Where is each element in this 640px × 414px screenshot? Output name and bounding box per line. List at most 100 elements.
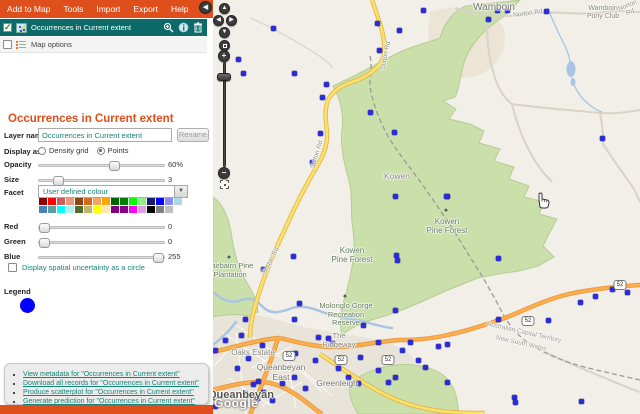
- colour-swatch[interactable]: [165, 206, 173, 213]
- chevron-down-icon[interactable]: ▼: [174, 186, 187, 197]
- colour-swatch[interactable]: [48, 206, 56, 213]
- occurrence-point[interactable]: [593, 294, 598, 299]
- occurrence-point[interactable]: [625, 290, 630, 295]
- occurrence-point[interactable]: [316, 335, 321, 340]
- occurrence-point[interactable]: [386, 380, 391, 385]
- rename-button[interactable]: Rename: [177, 128, 209, 142]
- colour-swatch[interactable]: [156, 198, 164, 205]
- occurrence-point[interactable]: [496, 256, 501, 261]
- colour-swatch[interactable]: [93, 198, 101, 205]
- pan-down-button[interactable]: ▼: [219, 27, 230, 38]
- occurrence-point[interactable]: [236, 57, 241, 62]
- pan-up-button[interactable]: ▲: [219, 3, 230, 14]
- occurrence-point[interactable]: [445, 380, 450, 385]
- occurrence-point[interactable]: [486, 17, 491, 22]
- colour-swatch[interactable]: [147, 198, 155, 205]
- occurrence-point[interactable]: [444, 194, 449, 199]
- occurrence-point[interactable]: [241, 71, 246, 76]
- occurrence-point[interactable]: [297, 301, 302, 306]
- occurrence-point[interactable]: [239, 333, 244, 338]
- colour-swatch[interactable]: [102, 206, 110, 213]
- occurrence-point[interactable]: [235, 366, 240, 371]
- colour-swatch[interactable]: [84, 198, 92, 205]
- slider-handle-size[interactable]: [53, 176, 64, 186]
- colour-swatch[interactable]: [147, 206, 155, 213]
- occurrence-point[interactable]: [392, 130, 397, 135]
- occurrence-point[interactable]: [223, 338, 228, 343]
- occurrence-point[interactable]: [318, 131, 323, 136]
- menu-item-help[interactable]: Help: [171, 4, 188, 14]
- menu-item-export[interactable]: Export: [133, 4, 158, 14]
- occurrence-point[interactable]: [544, 9, 549, 14]
- occurrence-point[interactable]: [578, 300, 583, 305]
- occurrence-point[interactable]: [291, 254, 296, 259]
- colour-swatch[interactable]: [111, 206, 119, 213]
- occurrence-point[interactable]: [271, 26, 276, 31]
- occurrence-point[interactable]: [513, 400, 518, 405]
- slider-handle-blue[interactable]: [153, 253, 164, 263]
- occurrence-point[interactable]: [395, 258, 400, 263]
- colour-swatch[interactable]: [93, 206, 101, 213]
- slider-track-blue[interactable]: [38, 256, 165, 259]
- occurrence-point[interactable]: [368, 110, 373, 115]
- menu-item-add-to-map[interactable]: Add to Map: [7, 4, 50, 14]
- occurrence-point[interactable]: [400, 348, 405, 353]
- occurrence-point[interactable]: [377, 48, 382, 53]
- colour-swatch[interactable]: [111, 198, 119, 205]
- drag-zoom-icon[interactable]: [220, 180, 229, 189]
- pan-right-button[interactable]: ▶: [226, 15, 237, 26]
- layer-visibility-checkbox[interactable]: [3, 23, 12, 32]
- colour-swatch[interactable]: [75, 198, 83, 205]
- occurrence-point[interactable]: [336, 366, 341, 371]
- occurrence-point[interactable]: [324, 82, 329, 87]
- menu-item-import[interactable]: Import: [96, 4, 120, 14]
- slider-track-opacity[interactable]: [38, 164, 165, 167]
- colour-swatch[interactable]: [165, 198, 173, 205]
- collapse-sidebar-button[interactable]: ◀: [199, 1, 212, 14]
- occurrence-point[interactable]: [303, 386, 308, 391]
- layer-link[interactable]: View metadata for "Occurrences in Curren…: [23, 371, 180, 378]
- layer-name-input[interactable]: [38, 128, 172, 142]
- colour-swatch[interactable]: [57, 206, 65, 213]
- occurrence-point[interactable]: [292, 317, 297, 322]
- uncertainty-checkbox[interactable]: [8, 263, 17, 272]
- slider-track-red[interactable]: [38, 226, 165, 229]
- radio-button[interactable]: [97, 147, 105, 155]
- occurrence-point[interactable]: [313, 358, 318, 363]
- occurrence-point[interactable]: [423, 365, 428, 370]
- colour-swatch[interactable]: [48, 198, 56, 205]
- radio-button[interactable]: [38, 147, 46, 155]
- pan-left-button[interactable]: ◀: [213, 15, 224, 26]
- occurrence-point[interactable]: [393, 375, 398, 380]
- slider-handle-red[interactable]: [39, 223, 50, 233]
- occurrence-point[interactable]: [393, 194, 398, 199]
- slider-handle-green[interactable]: [39, 238, 50, 248]
- occurrence-point[interactable]: [376, 368, 381, 373]
- occurrence-point[interactable]: [243, 317, 248, 322]
- zoom-slider-handle[interactable]: [217, 73, 231, 81]
- colour-swatch[interactable]: [66, 206, 74, 213]
- colour-swatch[interactable]: [102, 198, 110, 205]
- colour-swatch[interactable]: [129, 198, 137, 205]
- occurrence-point[interactable]: [251, 382, 256, 387]
- occurrence-point[interactable]: [292, 71, 297, 76]
- map-options-checkbox[interactable]: [3, 40, 12, 49]
- colour-swatch[interactable]: [156, 206, 164, 213]
- occurrence-point[interactable]: [600, 136, 605, 141]
- colour-swatch[interactable]: [57, 198, 65, 205]
- colour-swatch[interactable]: [174, 198, 182, 205]
- occurrence-point[interactable]: [408, 340, 413, 345]
- slider-track-size[interactable]: [38, 179, 165, 182]
- colour-swatch[interactable]: [66, 198, 74, 205]
- colour-swatch[interactable]: [39, 206, 47, 213]
- occurrence-point[interactable]: [496, 317, 501, 322]
- occurrence-point[interactable]: [579, 399, 584, 404]
- occurrence-point[interactable]: [375, 21, 380, 26]
- colour-swatch[interactable]: [129, 206, 137, 213]
- colour-swatch[interactable]: [75, 206, 83, 213]
- slider-track-green[interactable]: [38, 241, 165, 244]
- occurrence-point[interactable]: [376, 340, 381, 345]
- slider-handle-opacity[interactable]: [109, 161, 120, 171]
- radio-density-grid[interactable]: Density grid: [38, 146, 89, 155]
- map-options-row[interactable]: Map options: [0, 37, 207, 53]
